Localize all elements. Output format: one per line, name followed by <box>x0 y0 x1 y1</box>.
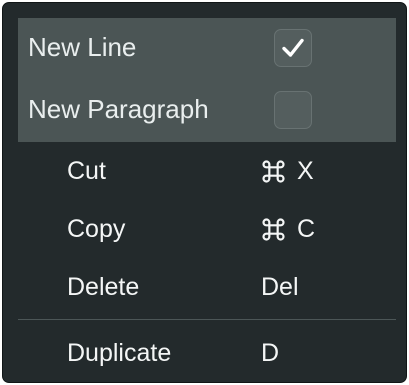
option-new-line[interactable]: New Line <box>18 18 396 80</box>
menu-item-label: Copy <box>67 215 126 243</box>
context-menu: New Line New Paragraph Cut X Copy C Dele… <box>2 2 407 383</box>
menu-item-copy[interactable]: Copy C <box>3 201 406 259</box>
shortcut-key: C <box>297 215 316 243</box>
checkmark-icon <box>282 38 304 57</box>
shortcut: D <box>261 336 279 370</box>
menu-item-label: Duplicate <box>67 339 172 367</box>
menu-divider <box>18 319 396 320</box>
shortcut-key: D <box>261 339 280 367</box>
new-line-checkbox[interactable] <box>274 29 312 67</box>
new-paragraph-checkbox[interactable] <box>274 91 312 129</box>
command-icon <box>262 217 285 241</box>
option-label: New Line <box>28 32 137 62</box>
paste-options-panel: New Line New Paragraph <box>18 18 396 142</box>
shortcut: Del <box>261 270 299 304</box>
shortcut: C <box>261 212 315 246</box>
menu-item-label: Delete <box>67 273 140 301</box>
menu-item-delete[interactable]: Delete Del <box>3 259 406 317</box>
menu-item-cut[interactable]: Cut X <box>3 143 406 201</box>
shortcut-key: Del <box>261 273 299 301</box>
menu-item-duplicate[interactable]: Duplicate D <box>3 325 406 382</box>
option-label: New Paragraph <box>28 94 209 124</box>
shortcut-key: X <box>297 157 314 185</box>
command-icon <box>262 159 285 183</box>
shortcut: X <box>261 154 314 188</box>
option-new-paragraph[interactable]: New Paragraph <box>18 80 396 142</box>
menu-item-label: Cut <box>67 157 106 185</box>
